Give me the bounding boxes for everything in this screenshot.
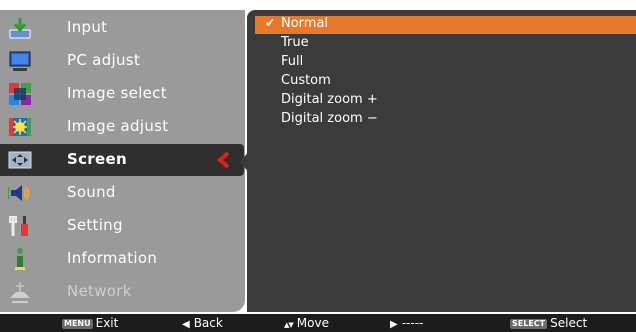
menu-label-information: Information (67, 249, 158, 267)
move-label: Move (296, 316, 329, 330)
next-label: ----- (401, 316, 424, 330)
select-hint: SELECT Select (510, 316, 587, 330)
menu-item-input[interactable]: Input (0, 12, 245, 44)
menu-label-setting: Setting (67, 216, 123, 234)
menu-label-network: Network (67, 282, 132, 300)
submenu-item-full[interactable]: Full (255, 54, 636, 72)
input-icon (8, 16, 32, 40)
exit-label: Exit (95, 316, 119, 330)
submenu-item-digital-zoom-plus[interactable]: Digital zoom + (255, 92, 636, 110)
image-adjust-icon (8, 115, 32, 139)
image-select-icon (8, 82, 32, 106)
submenu-label: True (281, 35, 309, 50)
submenu-item-digital-zoom-minus[interactable]: Digital zoom − (255, 111, 636, 129)
menu-item-image-adjust[interactable]: Image adjust (0, 111, 245, 143)
back-hint: ◀ Back (182, 316, 223, 330)
menu-label-image-adjust: Image adjust (67, 117, 169, 135)
monitor-icon (8, 49, 32, 73)
info-icon (8, 247, 32, 271)
back-label: Back (193, 316, 223, 330)
select-label: Select (550, 316, 588, 330)
left-arrow-icon: ◀ (182, 319, 190, 330)
menu-item-image-select[interactable]: Image select (0, 78, 245, 110)
projector-osd: Input PC adjust Image select Image adjus… (0, 0, 636, 332)
submenu-label: Full (281, 54, 304, 69)
main-menu: Input PC adjust Image select Image adjus… (0, 10, 245, 312)
tools-icon (8, 214, 32, 238)
next-hint: ▶ ----- (390, 316, 423, 330)
menu-item-information[interactable]: Information (0, 243, 245, 275)
menu-label-screen: Screen (67, 150, 127, 168)
speaker-icon (7, 181, 32, 205)
menu-item-pc-adjust[interactable]: PC adjust (0, 45, 245, 77)
select-key-icon: SELECT (510, 319, 548, 329)
submenu-label: Normal (281, 16, 329, 31)
menu-label-pc-adjust: PC adjust (67, 51, 141, 69)
submenu-item-custom[interactable]: Custom (255, 73, 636, 91)
right-arrow-icon: ▶ (390, 319, 398, 330)
menu-item-network[interactable]: Network (0, 276, 245, 308)
submenu-label: Digital zoom − (281, 111, 378, 126)
key-guide-bar: MENU Exit ◀ Back ▲▼ Move ▶ ----- SELECT Selec… (0, 314, 636, 332)
submenu-label: Custom (281, 73, 331, 88)
submenu-item-true[interactable]: True (255, 35, 636, 53)
menu-key-icon: MENU (62, 319, 93, 329)
submenu-label: Digital zoom + (281, 92, 378, 107)
submenu-item-normal[interactable]: ✔ Normal (255, 16, 636, 34)
menu-label-sound: Sound (67, 183, 116, 201)
menu-item-sound[interactable]: Sound (0, 177, 245, 209)
screen-icon (8, 148, 32, 172)
menu-label-image-select: Image select (67, 84, 167, 102)
submenu-panel: ✔ Normal True Full Custom Digital zoom +… (247, 10, 636, 312)
move-hint: ▲▼ Move (284, 316, 329, 330)
up-down-arrow-icon: ▲▼ (284, 321, 294, 329)
menu-item-setting[interactable]: Setting (0, 210, 245, 242)
menu-item-screen[interactable]: Screen (0, 144, 244, 176)
exit-hint: MENU Exit (62, 316, 118, 330)
menu-label-input: Input (67, 18, 108, 36)
network-icon (8, 280, 32, 304)
check-icon: ✔ (265, 16, 276, 30)
